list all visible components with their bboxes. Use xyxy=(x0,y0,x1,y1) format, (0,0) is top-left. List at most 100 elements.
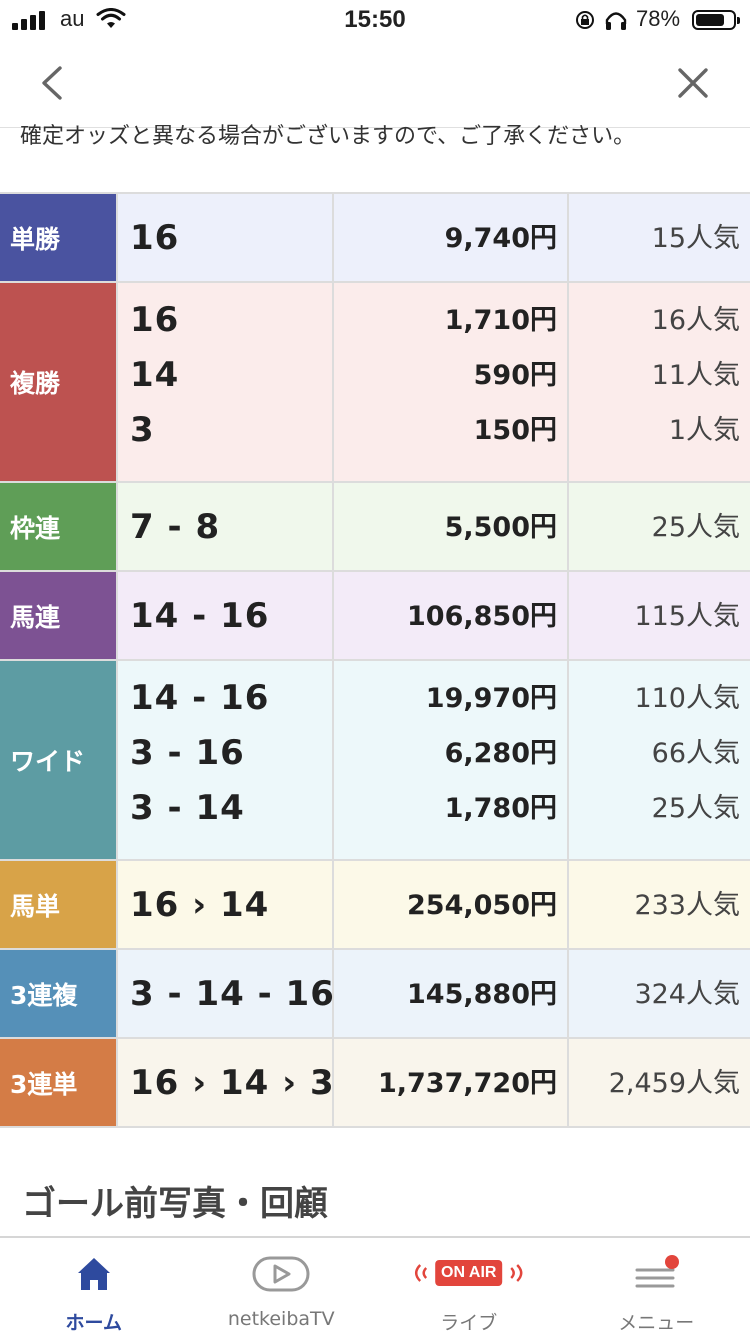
payout-cell: 1,737,720円 xyxy=(334,1039,569,1126)
tab-menu[interactable]: メニュー xyxy=(563,1238,750,1334)
payout-amount: 254,050円 xyxy=(407,890,557,921)
payout-row: 馬単 16 › 14 254,050円 233人気 xyxy=(0,861,750,950)
battery-icon xyxy=(692,10,740,30)
section-heading: ゴール前写真・回顧 xyxy=(22,1184,328,1224)
payout-row: 単勝 16 9,740円 15人気 xyxy=(0,194,750,283)
payout-amount: 590円 xyxy=(473,360,557,391)
payout-row: 3連複 3 - 14 - 16 145,880円 324人気 xyxy=(0,950,750,1039)
payout-cell: 106,850円 xyxy=(334,572,569,659)
bet-type-label: ワイド xyxy=(0,661,118,859)
payout-amount: 150円 xyxy=(473,415,557,446)
bet-type-label: 3連複 xyxy=(0,950,118,1037)
bet-type-label: 3連単 xyxy=(0,1039,118,1126)
payout-cell: 5,500円 xyxy=(334,483,569,570)
combination-cell: 16 xyxy=(118,194,334,281)
combination: 14 - 16 xyxy=(130,678,270,718)
status-bar: au 15:50 78% xyxy=(0,0,750,44)
combination-cell: 14 - 16 xyxy=(118,572,334,659)
bet-type-label: 複勝 xyxy=(0,283,118,481)
combination-cell: 16 › 14 xyxy=(118,861,334,948)
combination: 3 - 14 xyxy=(130,788,245,828)
combination-cell: 7 - 8 xyxy=(118,483,334,570)
tab-menu-label: メニュー xyxy=(618,1312,695,1334)
payout-row: 複勝 16 14 3 1,710円 590円 150円 16人気 11人気 1人気 xyxy=(0,283,750,483)
home-icon xyxy=(77,1258,110,1290)
combination: 3 - 16 xyxy=(130,733,245,773)
menu-icon xyxy=(635,1255,680,1288)
payout-row: 3連単 16 › 14 › 3 1,737,720円 2,459人気 xyxy=(0,1039,750,1128)
combination: 3 xyxy=(130,410,155,450)
popularity-rank: 110人気 xyxy=(634,683,740,714)
combination-cell: 14 - 16 3 - 16 3 - 14 xyxy=(118,661,334,859)
payout-amount: 6,280円 xyxy=(444,738,557,769)
play-icon xyxy=(252,1256,310,1292)
tab-live-label: ライブ xyxy=(440,1312,498,1334)
tab-home-label: ホーム xyxy=(65,1312,122,1334)
bet-type-label: 馬連 xyxy=(0,572,118,659)
close-icon[interactable] xyxy=(670,60,716,106)
combination-cell: 16 14 3 xyxy=(118,283,334,481)
tab-bar: ホーム netkeibaTV ON AIR ライブ メニュー xyxy=(0,1236,750,1334)
popularity-cell: 115人気 xyxy=(569,572,750,659)
payout-cell: 254,050円 xyxy=(334,861,569,948)
navigation-bar xyxy=(0,44,750,128)
payout-amount: 5,500円 xyxy=(444,512,557,543)
tab-netkeibatv[interactable]: netkeibaTV xyxy=(188,1238,376,1334)
battery-percent: 78% xyxy=(636,6,681,31)
combination: 16 › 14 › 3 xyxy=(130,1063,335,1103)
popularity-rank: 15人気 xyxy=(651,223,740,254)
bet-type-label: 枠連 xyxy=(0,483,118,570)
payout-row: 枠連 7 - 8 5,500円 25人気 xyxy=(0,483,750,572)
payout-cell: 9,740円 xyxy=(334,194,569,281)
payout-table: 単勝 16 9,740円 15人気 複勝 16 14 3 1,710円 590円 150円 16人気 1… xyxy=(0,192,750,1128)
popularity-rank: 66人気 xyxy=(651,738,740,769)
popularity-cell: 233人気 xyxy=(569,861,750,948)
combination: 3 - 14 - 16 xyxy=(130,974,335,1014)
popularity-rank: 1人気 xyxy=(668,415,740,446)
payout-amount: 19,970円 xyxy=(425,683,557,714)
payout-cell: 1,710円 590円 150円 xyxy=(334,283,569,481)
payout-amount: 145,880円 xyxy=(407,979,557,1010)
combination: 16 xyxy=(130,300,180,340)
headphones-icon xyxy=(605,12,627,30)
popularity-rank: 324人気 xyxy=(634,979,740,1010)
popularity-rank: 16人気 xyxy=(651,305,740,336)
combination: 14 - 16 xyxy=(130,596,270,636)
tab-live[interactable]: ON AIR ライブ xyxy=(375,1238,563,1334)
odds-notice: 確定オッズと異なる場合がございますので、ご了承ください。 xyxy=(20,122,740,162)
on-air-badge: ON AIR xyxy=(435,1260,503,1286)
tab-netkeibatv-label: netkeibaTV xyxy=(227,1308,335,1330)
payout-amount: 9,740円 xyxy=(444,223,557,254)
payout-row: 馬連 14 - 16 106,850円 115人気 xyxy=(0,572,750,661)
payout-cell: 145,880円 xyxy=(334,950,569,1037)
popularity-cell: 16人気 11人気 1人気 xyxy=(569,283,750,481)
popularity-rank: 2,459人気 xyxy=(608,1068,740,1099)
combination-cell: 16 › 14 › 3 xyxy=(118,1039,334,1126)
chevron-left-icon[interactable] xyxy=(30,60,76,106)
on-air-icon: ON AIR xyxy=(406,1260,532,1286)
bet-type-label: 馬単 xyxy=(0,861,118,948)
battery-level xyxy=(696,14,725,26)
popularity-rank: 233人気 xyxy=(634,890,740,921)
combination: 16 xyxy=(130,218,180,258)
popularity-cell: 110人気 66人気 25人気 xyxy=(569,661,750,859)
combination: 16 › 14 xyxy=(130,885,270,925)
payout-amount: 106,850円 xyxy=(407,601,557,632)
combination-cell: 3 - 14 - 16 xyxy=(118,950,334,1037)
payout-amount: 1,737,720円 xyxy=(377,1068,557,1099)
popularity-rank: 25人気 xyxy=(651,512,740,543)
notification-dot xyxy=(665,1255,680,1269)
payout-cell: 19,970円 6,280円 1,780円 xyxy=(334,661,569,859)
tab-home[interactable]: ホーム xyxy=(0,1238,188,1334)
popularity-cell: 2,459人気 xyxy=(569,1039,750,1126)
popularity-cell: 324人気 xyxy=(569,950,750,1037)
popularity-cell: 25人気 xyxy=(569,483,750,570)
popularity-cell: 15人気 xyxy=(569,194,750,281)
payout-amount: 1,710円 xyxy=(444,305,557,336)
rotation-lock-icon xyxy=(576,11,594,29)
odds-notice-text: 確定オッズと異なる場合がございますので、ご了承ください。 xyxy=(20,124,636,149)
popularity-rank: 11人気 xyxy=(651,360,740,391)
combination: 14 xyxy=(130,355,180,395)
payout-row: ワイド 14 - 16 3 - 16 3 - 14 19,970円 6,280円 1,780… xyxy=(0,661,750,861)
combination: 7 - 8 xyxy=(130,507,221,547)
